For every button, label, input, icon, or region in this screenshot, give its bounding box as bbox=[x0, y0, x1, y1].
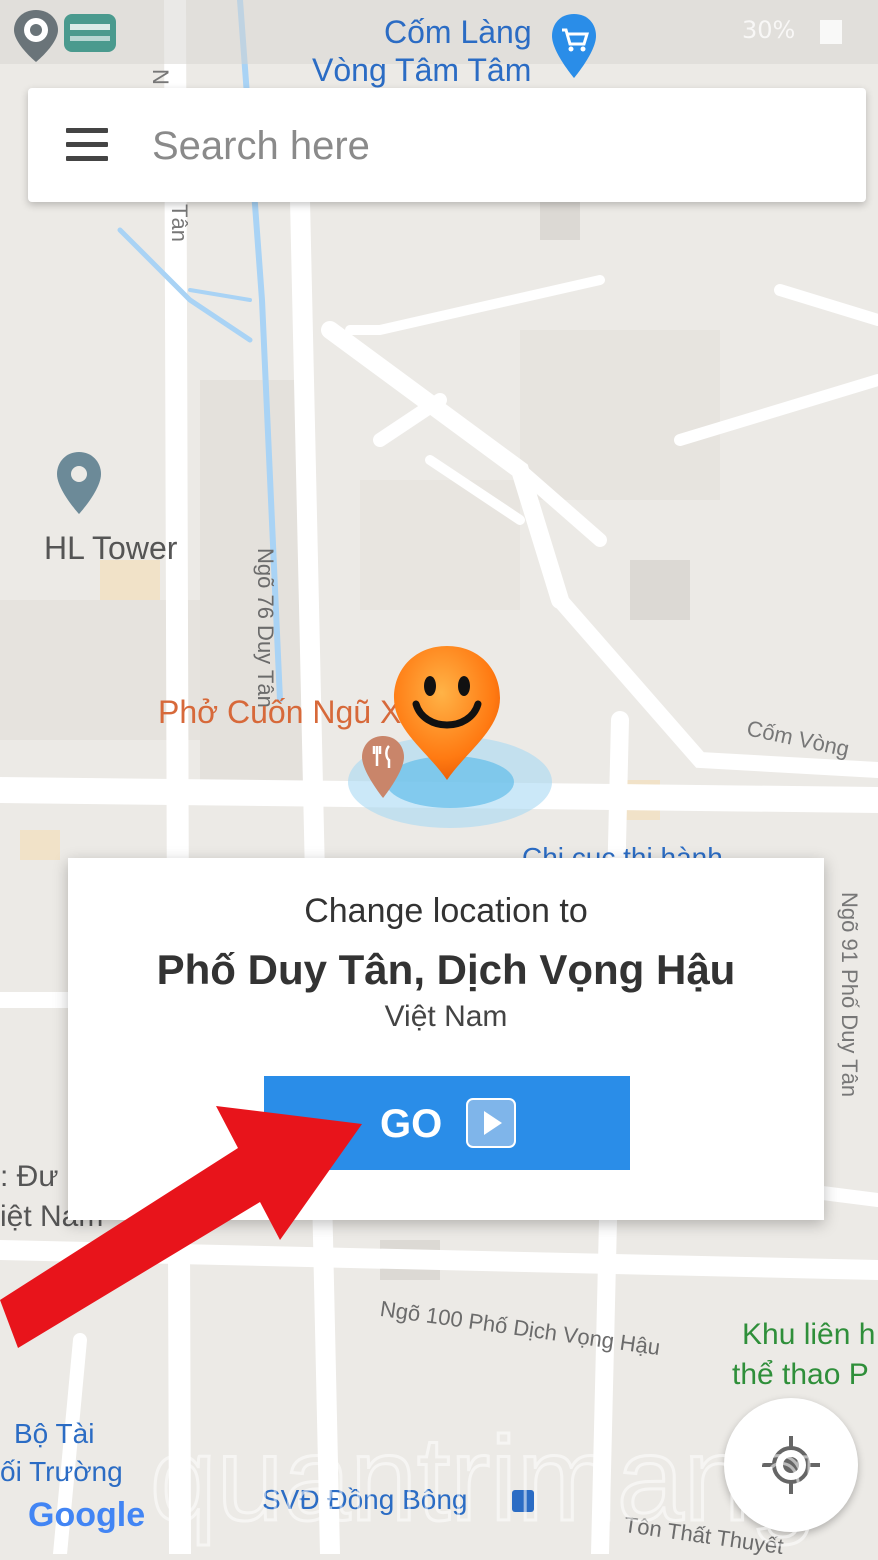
my-location-icon bbox=[762, 1436, 820, 1494]
dialog-place-name: Phố Duy Tân, Dịch Vọng Hậu bbox=[156, 946, 736, 993]
poi-com-lang-line2[interactable]: Vòng Tâm Tâm bbox=[312, 52, 531, 88]
dialog-title: Change location to bbox=[304, 892, 588, 930]
smiley-marker-icon[interactable] bbox=[388, 642, 506, 782]
road-label-ngo-76: Ngõ 76 Duy Tân bbox=[253, 548, 278, 708]
dialog-country: Việt Nam bbox=[384, 1000, 508, 1033]
location-pin-icon[interactable] bbox=[54, 450, 104, 518]
battery-percentage: 30% bbox=[742, 16, 796, 44]
poi-com-lang-line1[interactable]: Cốm Làng bbox=[384, 14, 532, 50]
play-icon bbox=[466, 1098, 516, 1148]
shopping-cart-pin-icon[interactable] bbox=[550, 12, 598, 82]
red-arrow-annotation bbox=[0, 1106, 362, 1348]
road-label-top-n: N bbox=[147, 69, 173, 85]
hamburger-menu-icon[interactable] bbox=[66, 126, 108, 164]
search-input[interactable] bbox=[150, 112, 834, 180]
poi-sports-complex-line1[interactable]: Khu liên h bbox=[742, 1318, 875, 1352]
poi-sports-complex-line2[interactable]: thể thao P bbox=[732, 1358, 869, 1392]
poi-svd-dong-bong[interactable]: SVĐ Đồng Bông bbox=[262, 1484, 467, 1516]
poi-bo-tai-line2[interactable]: ối Trường bbox=[0, 1456, 123, 1488]
road-label-top-tan: Tân bbox=[166, 204, 192, 242]
google-logo: Google bbox=[28, 1496, 146, 1534]
road-label-ngo-91: Ngõ 91 Phố Duy Tân bbox=[837, 892, 862, 1098]
my-location-button[interactable] bbox=[724, 1398, 858, 1532]
poi-bo-tai-line1[interactable]: Bộ Tài bbox=[14, 1418, 94, 1450]
carrier-app-icon bbox=[64, 14, 116, 52]
transit-icon bbox=[512, 1490, 534, 1512]
poi-hl-tower[interactable]: HL Tower bbox=[44, 530, 177, 567]
location-changer-app-icon bbox=[14, 10, 58, 62]
battery-icon bbox=[820, 20, 842, 44]
poi-pho-cuon[interactable]: Phở Cuốn Ngũ X bbox=[158, 694, 401, 731]
search-bar[interactable] bbox=[28, 88, 866, 202]
